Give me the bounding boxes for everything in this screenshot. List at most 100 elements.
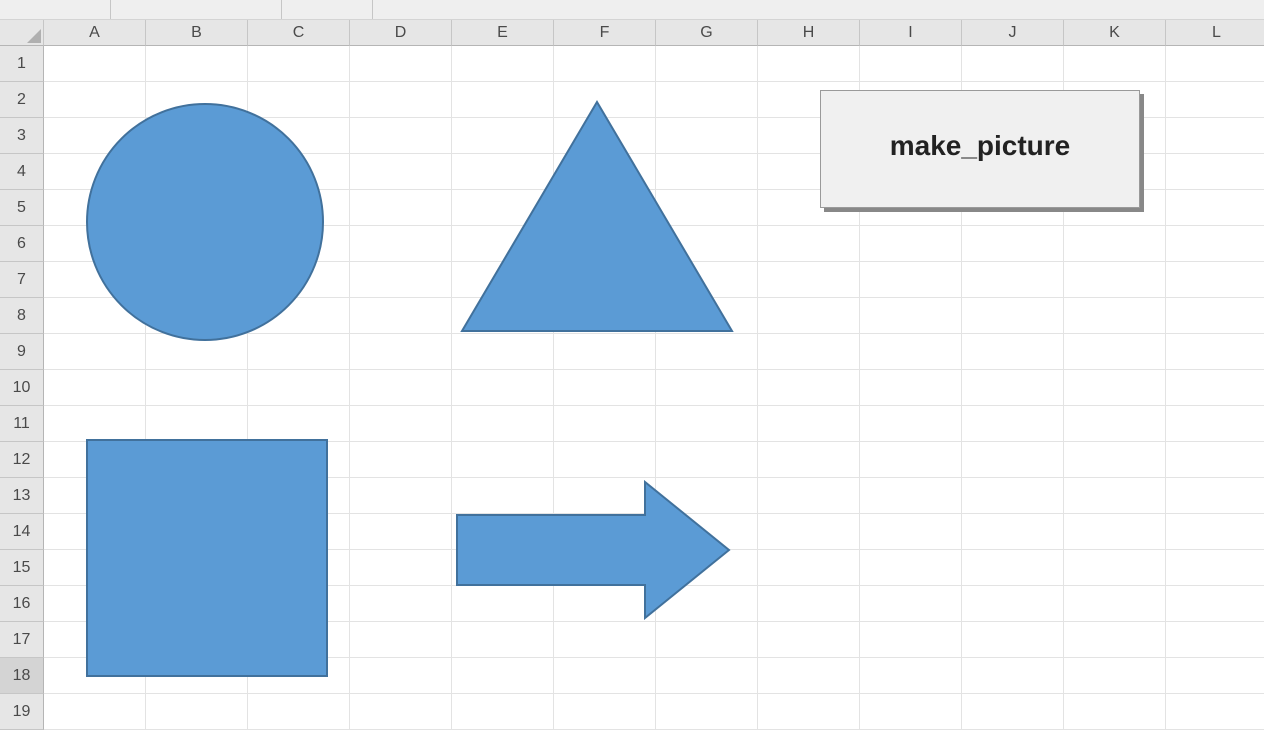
cell-D2[interactable] — [350, 82, 452, 118]
cell-H19[interactable] — [758, 694, 860, 730]
cell-I15[interactable] — [860, 550, 962, 586]
row-header-4[interactable]: 4 — [0, 154, 44, 190]
cell-A10[interactable] — [44, 370, 146, 406]
cell-J15[interactable] — [962, 550, 1064, 586]
cell-I17[interactable] — [860, 622, 962, 658]
col-header-L[interactable]: L — [1166, 20, 1264, 46]
cell-C10[interactable] — [248, 370, 350, 406]
cell-L14[interactable] — [1166, 514, 1264, 550]
cell-L6[interactable] — [1166, 226, 1264, 262]
row-header-3[interactable]: 3 — [0, 118, 44, 154]
cell-B1[interactable] — [146, 46, 248, 82]
col-header-G[interactable]: G — [656, 20, 758, 46]
cell-K16[interactable] — [1064, 586, 1166, 622]
cell-C19[interactable] — [248, 694, 350, 730]
cell-K12[interactable] — [1064, 442, 1166, 478]
cell-G19[interactable] — [656, 694, 758, 730]
cell-L17[interactable] — [1166, 622, 1264, 658]
cell-K19[interactable] — [1064, 694, 1166, 730]
cell-D12[interactable] — [350, 442, 452, 478]
cell-L7[interactable] — [1166, 262, 1264, 298]
cell-J19[interactable] — [962, 694, 1064, 730]
cell-L9[interactable] — [1166, 334, 1264, 370]
triangle-shape[interactable] — [458, 100, 736, 335]
cell-B10[interactable] — [146, 370, 248, 406]
cell-D6[interactable] — [350, 226, 452, 262]
oval-shape[interactable] — [85, 102, 325, 342]
cell-I10[interactable] — [860, 370, 962, 406]
cell-D13[interactable] — [350, 478, 452, 514]
col-header-C[interactable]: C — [248, 20, 350, 46]
cell-E1[interactable] — [452, 46, 554, 82]
cell-J6[interactable] — [962, 226, 1064, 262]
cell-J1[interactable] — [962, 46, 1064, 82]
cell-J14[interactable] — [962, 514, 1064, 550]
cell-G17[interactable] — [656, 622, 758, 658]
row-header-17[interactable]: 17 — [0, 622, 44, 658]
cell-I7[interactable] — [860, 262, 962, 298]
cell-H10[interactable] — [758, 370, 860, 406]
row-header-7[interactable]: 7 — [0, 262, 44, 298]
cell-F10[interactable] — [554, 370, 656, 406]
cell-K18[interactable] — [1064, 658, 1166, 694]
cell-L11[interactable] — [1166, 406, 1264, 442]
cell-L10[interactable] — [1166, 370, 1264, 406]
row-header-1[interactable]: 1 — [0, 46, 44, 82]
cell-H18[interactable] — [758, 658, 860, 694]
cell-B11[interactable] — [146, 406, 248, 442]
cell-L16[interactable] — [1166, 586, 1264, 622]
row-header-11[interactable]: 11 — [0, 406, 44, 442]
row-header-5[interactable]: 5 — [0, 190, 44, 226]
cell-H11[interactable] — [758, 406, 860, 442]
cell-I18[interactable] — [860, 658, 962, 694]
row-header-9[interactable]: 9 — [0, 334, 44, 370]
cell-H12[interactable] — [758, 442, 860, 478]
cell-G1[interactable] — [656, 46, 758, 82]
cell-E17[interactable] — [452, 622, 554, 658]
col-header-F[interactable]: F — [554, 20, 656, 46]
cell-I13[interactable] — [860, 478, 962, 514]
cell-H15[interactable] — [758, 550, 860, 586]
cell-D16[interactable] — [350, 586, 452, 622]
cell-G12[interactable] — [656, 442, 758, 478]
cell-D3[interactable] — [350, 118, 452, 154]
cell-G9[interactable] — [656, 334, 758, 370]
rectangle-shape[interactable] — [86, 439, 328, 677]
row-header-14[interactable]: 14 — [0, 514, 44, 550]
col-header-H[interactable]: H — [758, 20, 860, 46]
cell-D17[interactable] — [350, 622, 452, 658]
cell-F12[interactable] — [554, 442, 656, 478]
cell-J16[interactable] — [962, 586, 1064, 622]
col-header-K[interactable]: K — [1064, 20, 1166, 46]
cell-J17[interactable] — [962, 622, 1064, 658]
cell-F1[interactable] — [554, 46, 656, 82]
cell-I12[interactable] — [860, 442, 962, 478]
cell-D18[interactable] — [350, 658, 452, 694]
cell-I19[interactable] — [860, 694, 962, 730]
cell-L12[interactable] — [1166, 442, 1264, 478]
col-header-D[interactable]: D — [350, 20, 452, 46]
cell-L5[interactable] — [1166, 190, 1264, 226]
row-header-10[interactable]: 10 — [0, 370, 44, 406]
cell-I16[interactable] — [860, 586, 962, 622]
cell-I14[interactable] — [860, 514, 962, 550]
cell-L1[interactable] — [1166, 46, 1264, 82]
cell-K6[interactable] — [1064, 226, 1166, 262]
cell-L8[interactable] — [1166, 298, 1264, 334]
cell-D7[interactable] — [350, 262, 452, 298]
cell-E12[interactable] — [452, 442, 554, 478]
cell-I11[interactable] — [860, 406, 962, 442]
row-header-6[interactable]: 6 — [0, 226, 44, 262]
right-arrow-shape[interactable] — [455, 480, 733, 620]
cell-H8[interactable] — [758, 298, 860, 334]
formula-input[interactable] — [373, 0, 1264, 20]
cell-L2[interactable] — [1166, 82, 1264, 118]
cell-L3[interactable] — [1166, 118, 1264, 154]
cell-J7[interactable] — [962, 262, 1064, 298]
cell-D10[interactable] — [350, 370, 452, 406]
cell-G18[interactable] — [656, 658, 758, 694]
cell-J8[interactable] — [962, 298, 1064, 334]
row-header-18[interactable]: 18 — [0, 658, 44, 694]
cell-L13[interactable] — [1166, 478, 1264, 514]
row-header-8[interactable]: 8 — [0, 298, 44, 334]
